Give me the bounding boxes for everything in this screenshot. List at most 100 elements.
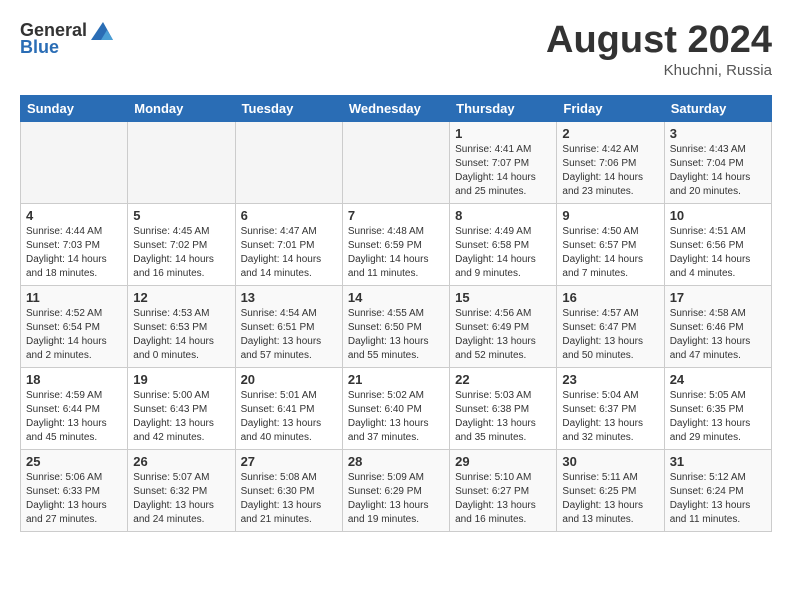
day-info: Sunrise: 4:58 AM Sunset: 6:46 PM Dayligh…	[670, 307, 766, 363]
logo: General Blue	[20, 20, 113, 58]
calendar-cell: 13 Sunrise: 4:54 AM Sunset: 6:51 PM Dayli…	[235, 285, 342, 367]
calendar-cell: 11 Sunrise: 4:52 AM Sunset: 6:54 PM Dayli…	[21, 285, 128, 367]
day-info: Sunrise: 5:05 AM Sunset: 6:35 PM Dayligh…	[670, 389, 766, 445]
day-number: 30	[562, 454, 658, 469]
location: Khuchni, Russia	[546, 62, 772, 79]
day-number: 24	[670, 372, 766, 387]
calendar-week-row: 25 Sunrise: 5:06 AM Sunset: 6:33 PM Dayli…	[21, 449, 772, 531]
month-title: August 2024	[546, 20, 772, 62]
calendar-cell	[21, 121, 128, 203]
day-info: Sunrise: 4:42 AM Sunset: 7:06 PM Dayligh…	[562, 143, 658, 199]
calendar-cell: 8Sunrise: 4:49 AM Sunset: 6:58 PM Daylig…	[450, 203, 557, 285]
day-info: Sunrise: 5:10 AM Sunset: 6:27 PM Dayligh…	[455, 471, 551, 527]
logo-icon	[91, 22, 113, 40]
weekday-header: Monday	[128, 95, 235, 121]
calendar-cell: 4 Sunrise: 4:44 AM Sunset: 7:03 PM Daylig…	[21, 203, 128, 285]
day-number: 23	[562, 372, 658, 387]
calendar-table: SundayMondayTuesdayWednesdayThursdayFrid…	[20, 95, 772, 532]
calendar-cell: 23 Sunrise: 5:04 AM Sunset: 6:37 PM Dayli…	[557, 367, 664, 449]
page-header: General Blue August 2024 Khuchni, Russia	[20, 20, 772, 79]
calendar-cell: 1 Sunrise: 4:41 AM Sunset: 7:07 PM Daylig…	[450, 121, 557, 203]
calendar-cell: 22 Sunrise: 5:03 AM Sunset: 6:38 PM Dayli…	[450, 367, 557, 449]
calendar-cell: 3Sunrise: 4:43 AM Sunset: 7:04 PM Daylig…	[664, 121, 771, 203]
day-number: 20	[241, 372, 337, 387]
calendar-week-row: 1 Sunrise: 4:41 AM Sunset: 7:07 PM Daylig…	[21, 121, 772, 203]
day-info: Sunrise: 4:50 AM Sunset: 6:57 PM Dayligh…	[562, 225, 658, 281]
day-info: Sunrise: 4:41 AM Sunset: 7:07 PM Dayligh…	[455, 143, 551, 199]
calendar-cell	[235, 121, 342, 203]
day-info: Sunrise: 4:52 AM Sunset: 6:54 PM Dayligh…	[26, 307, 122, 363]
calendar-cell: 5 Sunrise: 4:45 AM Sunset: 7:02 PM Daylig…	[128, 203, 235, 285]
day-info: Sunrise: 4:47 AM Sunset: 7:01 PM Dayligh…	[241, 225, 337, 281]
calendar-cell: 10Sunrise: 4:51 AM Sunset: 6:56 PM Dayli…	[664, 203, 771, 285]
calendar-cell: 24 Sunrise: 5:05 AM Sunset: 6:35 PM Dayli…	[664, 367, 771, 449]
day-number: 11	[26, 290, 122, 305]
day-number: 12	[133, 290, 229, 305]
calendar-cell: 21Sunrise: 5:02 AM Sunset: 6:40 PM Dayli…	[342, 367, 449, 449]
day-info: Sunrise: 4:45 AM Sunset: 7:02 PM Dayligh…	[133, 225, 229, 281]
calendar-week-row: 18Sunrise: 4:59 AM Sunset: 6:44 PM Dayli…	[21, 367, 772, 449]
day-number: 19	[133, 372, 229, 387]
day-info: Sunrise: 4:44 AM Sunset: 7:03 PM Dayligh…	[26, 225, 122, 281]
calendar-cell: 29Sunrise: 5:10 AM Sunset: 6:27 PM Dayli…	[450, 449, 557, 531]
weekday-header: Sunday	[21, 95, 128, 121]
weekday-header: Friday	[557, 95, 664, 121]
day-info: Sunrise: 4:43 AM Sunset: 7:04 PM Dayligh…	[670, 143, 766, 199]
day-number: 31	[670, 454, 766, 469]
calendar-cell: 31 Sunrise: 5:12 AM Sunset: 6:24 PM Dayli…	[664, 449, 771, 531]
calendar-cell: 14Sunrise: 4:55 AM Sunset: 6:50 PM Dayli…	[342, 285, 449, 367]
calendar-cell: 15 Sunrise: 4:56 AM Sunset: 6:49 PM Dayli…	[450, 285, 557, 367]
day-info: Sunrise: 4:57 AM Sunset: 6:47 PM Dayligh…	[562, 307, 658, 363]
day-info: Sunrise: 5:00 AM Sunset: 6:43 PM Dayligh…	[133, 389, 229, 445]
day-number: 27	[241, 454, 337, 469]
calendar-week-row: 4 Sunrise: 4:44 AM Sunset: 7:03 PM Daylig…	[21, 203, 772, 285]
calendar-cell: 19 Sunrise: 5:00 AM Sunset: 6:43 PM Dayli…	[128, 367, 235, 449]
day-info: Sunrise: 5:06 AM Sunset: 6:33 PM Dayligh…	[26, 471, 122, 527]
day-info: Sunrise: 4:56 AM Sunset: 6:49 PM Dayligh…	[455, 307, 551, 363]
day-info: Sunrise: 5:01 AM Sunset: 6:41 PM Dayligh…	[241, 389, 337, 445]
calendar-cell: 18Sunrise: 4:59 AM Sunset: 6:44 PM Dayli…	[21, 367, 128, 449]
day-number: 15	[455, 290, 551, 305]
title-area: August 2024 Khuchni, Russia	[546, 20, 772, 79]
day-number: 7	[348, 208, 444, 223]
day-number: 4	[26, 208, 122, 223]
day-number: 2	[562, 126, 658, 141]
day-number: 1	[455, 126, 551, 141]
calendar-cell: 17 Sunrise: 4:58 AM Sunset: 6:46 PM Dayli…	[664, 285, 771, 367]
day-info: Sunrise: 4:53 AM Sunset: 6:53 PM Dayligh…	[133, 307, 229, 363]
calendar-cell: 28Sunrise: 5:09 AM Sunset: 6:29 PM Dayli…	[342, 449, 449, 531]
day-info: Sunrise: 5:09 AM Sunset: 6:29 PM Dayligh…	[348, 471, 444, 527]
day-number: 26	[133, 454, 229, 469]
day-number: 10	[670, 208, 766, 223]
day-info: Sunrise: 4:55 AM Sunset: 6:50 PM Dayligh…	[348, 307, 444, 363]
day-number: 21	[348, 372, 444, 387]
day-number: 22	[455, 372, 551, 387]
day-number: 5	[133, 208, 229, 223]
day-info: Sunrise: 4:59 AM Sunset: 6:44 PM Dayligh…	[26, 389, 122, 445]
day-number: 25	[26, 454, 122, 469]
day-info: Sunrise: 4:48 AM Sunset: 6:59 PM Dayligh…	[348, 225, 444, 281]
calendar-cell: 26Sunrise: 5:07 AM Sunset: 6:32 PM Dayli…	[128, 449, 235, 531]
calendar-cell	[128, 121, 235, 203]
day-info: Sunrise: 4:54 AM Sunset: 6:51 PM Dayligh…	[241, 307, 337, 363]
calendar-cell: 20 Sunrise: 5:01 AM Sunset: 6:41 PM Dayli…	[235, 367, 342, 449]
calendar-cell: 16 Sunrise: 4:57 AM Sunset: 6:47 PM Dayli…	[557, 285, 664, 367]
calendar-cell: 9Sunrise: 4:50 AM Sunset: 6:57 PM Daylig…	[557, 203, 664, 285]
day-number: 13	[241, 290, 337, 305]
day-info: Sunrise: 5:08 AM Sunset: 6:30 PM Dayligh…	[241, 471, 337, 527]
weekday-header: Tuesday	[235, 95, 342, 121]
calendar-cell: 27 Sunrise: 5:08 AM Sunset: 6:30 PM Dayli…	[235, 449, 342, 531]
day-number: 17	[670, 290, 766, 305]
weekday-header: Thursday	[450, 95, 557, 121]
weekday-header: Saturday	[664, 95, 771, 121]
calendar-cell: 6Sunrise: 4:47 AM Sunset: 7:01 PM Daylig…	[235, 203, 342, 285]
day-number: 16	[562, 290, 658, 305]
calendar-cell: 2 Sunrise: 4:42 AM Sunset: 7:06 PM Daylig…	[557, 121, 664, 203]
weekday-header: Wednesday	[342, 95, 449, 121]
day-info: Sunrise: 5:12 AM Sunset: 6:24 PM Dayligh…	[670, 471, 766, 527]
day-info: Sunrise: 5:04 AM Sunset: 6:37 PM Dayligh…	[562, 389, 658, 445]
calendar-week-row: 11 Sunrise: 4:52 AM Sunset: 6:54 PM Dayli…	[21, 285, 772, 367]
day-info: Sunrise: 5:11 AM Sunset: 6:25 PM Dayligh…	[562, 471, 658, 527]
day-info: Sunrise: 5:03 AM Sunset: 6:38 PM Dayligh…	[455, 389, 551, 445]
day-number: 8	[455, 208, 551, 223]
